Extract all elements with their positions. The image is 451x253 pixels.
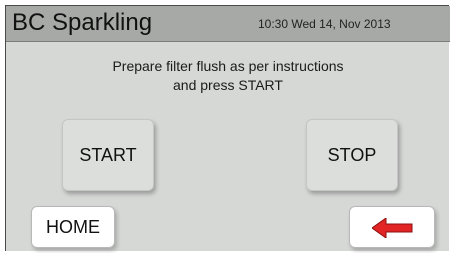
panel: BC Sparkling 10:30 Wed 14, Nov 2013 Prep… bbox=[5, 5, 450, 251]
start-button[interactable]: START bbox=[62, 119, 154, 191]
filter-flush-screen: BC Sparkling 10:30 Wed 14, Nov 2013 Prep… bbox=[0, 0, 451, 253]
back-button[interactable] bbox=[349, 206, 435, 248]
home-button[interactable]: HOME bbox=[31, 206, 115, 248]
title-bar: BC Sparkling 10:30 Wed 14, Nov 2013 bbox=[6, 6, 450, 42]
instructions-line-1: Prepare filter flush as per instructions bbox=[112, 58, 344, 74]
stop-button[interactable]: STOP bbox=[306, 119, 398, 191]
instructions-line-2: and press START bbox=[173, 77, 283, 93]
date-time: 10:30 Wed 14, Nov 2013 bbox=[258, 17, 391, 31]
left-arrow-icon bbox=[372, 218, 413, 238]
instructions-message: Prepare filter flush as per instructions… bbox=[6, 57, 450, 95]
app-title: BC Sparkling bbox=[12, 9, 153, 36]
